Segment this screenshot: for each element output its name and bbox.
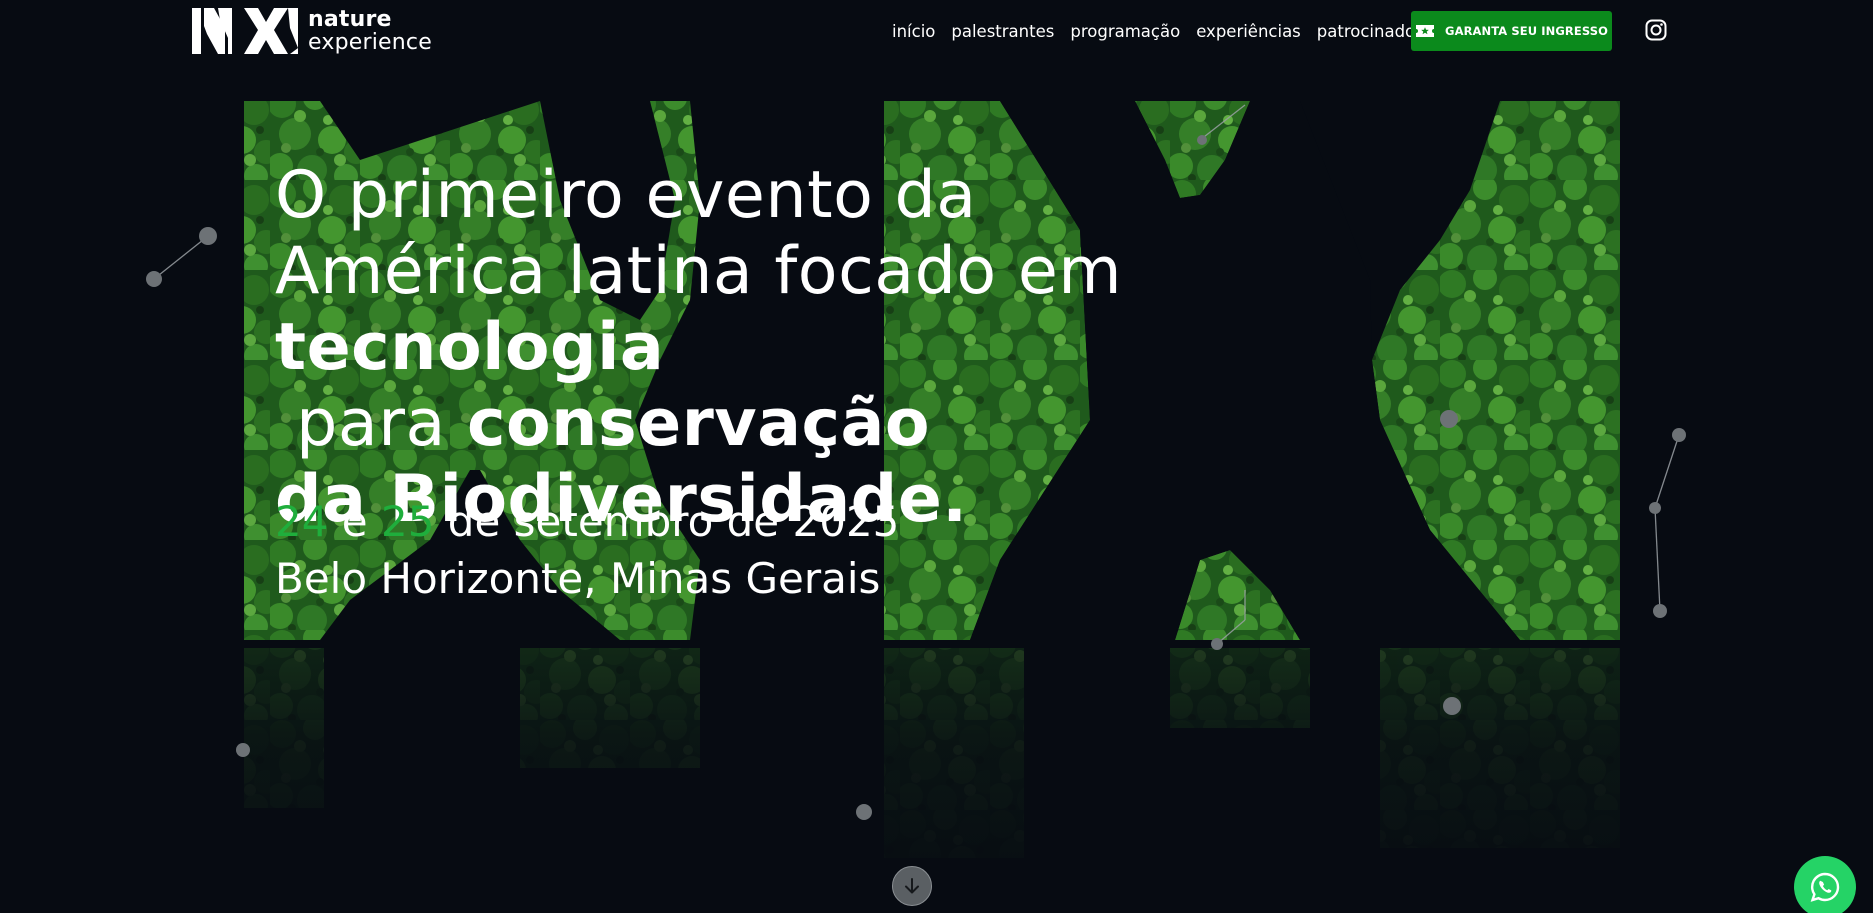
whatsapp-chat-button[interactable] bbox=[1794, 856, 1856, 913]
event-date-sep: e bbox=[328, 497, 381, 546]
nav-item-inicio[interactable]: início bbox=[892, 22, 935, 41]
hero-title-line1: O primeiro evento da bbox=[275, 158, 977, 233]
brand-name-line1: nature bbox=[308, 6, 392, 32]
brand-name-line2: experience bbox=[308, 29, 432, 55]
main-nav: início palestrantes programação experiên… bbox=[892, 0, 1456, 62]
site-header: nature experience início palestrantes pr… bbox=[0, 0, 1873, 64]
nx-logo-icon bbox=[192, 8, 298, 54]
arrow-down-icon bbox=[905, 878, 919, 894]
hero-title-tecnologia: tecnologia bbox=[275, 310, 665, 385]
nav-item-programacao[interactable]: programação bbox=[1070, 22, 1180, 41]
nav-item-palestrantes[interactable]: palestrantes bbox=[951, 22, 1054, 41]
ticket-icon bbox=[1416, 25, 1435, 37]
buy-ticket-label: GARANTA SEU INGRESSO bbox=[1445, 24, 1608, 38]
scroll-down-button[interactable] bbox=[892, 866, 932, 906]
hero-title-para: para bbox=[275, 386, 467, 461]
event-month-year: de setembro de 2025 bbox=[434, 497, 900, 546]
instagram-icon[interactable] bbox=[1645, 19, 1667, 41]
buy-ticket-button[interactable]: GARANTA SEU INGRESSO bbox=[1411, 11, 1612, 51]
hero-title-line2: América latina focado em bbox=[275, 234, 1123, 309]
event-location: Belo Horizonte, Minas Gerais bbox=[275, 554, 881, 603]
event-day-2: 25 bbox=[381, 497, 435, 546]
hero-title-conservacao: conservação bbox=[466, 386, 931, 461]
brand-logo[interactable]: nature experience bbox=[192, 6, 432, 56]
event-day-1: 24 bbox=[275, 497, 329, 546]
hero-title: O primeiro evento da América latina foca… bbox=[275, 158, 1175, 538]
nav-item-experiencias[interactable]: experiências bbox=[1196, 22, 1301, 41]
whatsapp-icon bbox=[1810, 872, 1840, 902]
page: nature experience início palestrantes pr… bbox=[0, 0, 1873, 913]
brand-wordmark: nature experience bbox=[308, 6, 432, 55]
event-dates: 24 e 25 de setembro de 2025 bbox=[275, 494, 899, 550]
